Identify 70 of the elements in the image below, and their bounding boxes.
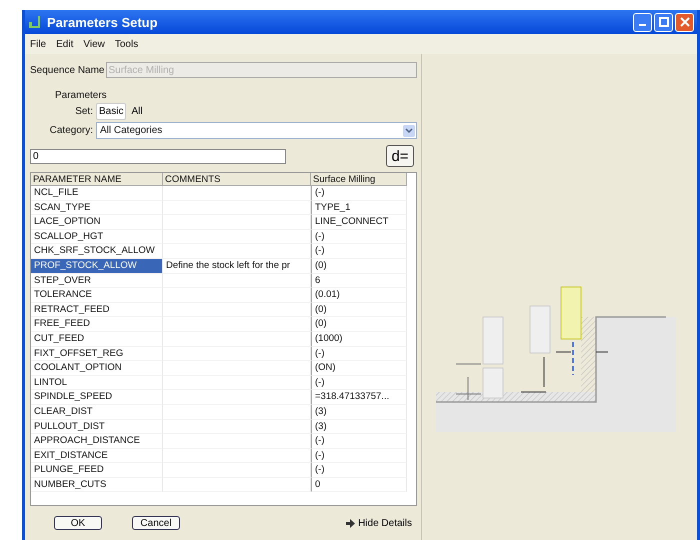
parameter-name-cell[interactable]: NCL_FILE [31, 186, 163, 201]
parameter-name-cell[interactable]: PROF_STOCK_ALLOW [31, 258, 163, 274]
parameter-name-cell[interactable]: SCAN_TYPE [31, 200, 163, 216]
filter-field[interactable]: 0 [30, 148, 286, 164]
value-cell: (1000) [311, 332, 407, 347]
parameter-name-cell[interactable]: TOLERANCE [31, 288, 163, 303]
parameter-name-cell[interactable]: PLUNGE_FEED [31, 463, 163, 478]
value-cell: TYPE_1 [311, 200, 407, 216]
value-cell: (-) [311, 244, 407, 259]
parameter-name-cell[interactable]: EXIT_DISTANCE [31, 448, 163, 464]
value-cell: (0.01) [311, 288, 407, 303]
value-cell: (0) [311, 317, 407, 332]
value-cell: (-) [311, 346, 407, 362]
value-cell: (ON) [311, 361, 407, 376]
value-cell: 0 [311, 478, 407, 492]
category-dropdown[interactable]: All Categories [96, 122, 417, 139]
value-cell: (-) [311, 230, 407, 244]
parameter-name-cell[interactable]: SPINDLE_SPEED [31, 390, 163, 405]
column-header[interactable]: Surface Milling [311, 173, 407, 186]
close-button[interactable] [675, 12, 694, 32]
parameter-name-cell[interactable]: CLEAR_DIST [31, 404, 163, 420]
app-icon [28, 15, 42, 29]
minimize-icon [639, 24, 646, 26]
comment-cell: Define the stock left for the pr [163, 258, 311, 274]
parameter-name-cell[interactable]: FREE_FEED [31, 317, 163, 332]
column-header[interactable]: COMMENTS [163, 173, 311, 186]
value-cell: 6 [311, 274, 407, 288]
menu-item[interactable]: Edit [56, 38, 74, 50]
value-cell: (3) [311, 420, 407, 434]
value-cell: (0) [311, 258, 407, 274]
value-cell: (-) [311, 448, 407, 464]
parameter-name-cell[interactable]: LACE_OPTION [31, 215, 163, 230]
value-cell: (0) [311, 302, 407, 318]
maximize-button[interactable] [654, 12, 673, 32]
value-cell: (-) [311, 463, 407, 478]
parameters-label: Parameters [55, 90, 108, 101]
maximize-icon [658, 17, 668, 27]
menu-item[interactable]: View [83, 38, 105, 50]
minimize-button[interactable] [633, 12, 652, 32]
hide-details-button[interactable]: Hide Details [346, 518, 412, 528]
value-cell: (3) [311, 404, 407, 420]
value-cell: (-) [311, 434, 407, 449]
set-label: Set: [74, 106, 93, 117]
parameter-name-cell[interactable]: APPROACH_DISTANCE [31, 434, 163, 449]
parameter-name-cell[interactable]: SCALLOP_HGT [31, 230, 163, 244]
dialog-button[interactable]: OK [54, 516, 102, 530]
formula-button[interactable]: d= [386, 145, 414, 167]
value-cell: =318.47133757... [311, 390, 407, 405]
value-cell: (-) [311, 376, 407, 390]
set-option[interactable]: Basic [96, 103, 126, 120]
menu-item[interactable]: File [30, 38, 46, 50]
arrow-icon [346, 518, 356, 528]
parameter-name-cell[interactable]: LINTOL [31, 376, 163, 390]
value-cell: (-) [311, 186, 407, 201]
parameter-name-cell[interactable]: PULLOUT_DIST [31, 420, 163, 434]
column-header[interactable]: PARAMETER NAME [31, 173, 163, 186]
parameter-name-cell[interactable]: FIXT_OFFSET_REG [31, 346, 163, 362]
sequence-name-label: Sequence Name [30, 64, 104, 76]
category-label: Category: [48, 125, 93, 136]
dialog-button[interactable]: Cancel [132, 516, 180, 530]
value-cell: LINE_CONNECT [311, 215, 407, 230]
parameter-name-cell[interactable]: CUT_FEED [31, 332, 163, 347]
parameter-name-cell[interactable]: NUMBER_CUTS [31, 478, 163, 492]
close-icon [680, 17, 690, 27]
menu-item[interactable]: Tools [114, 38, 138, 50]
set-option[interactable]: All [129, 104, 145, 119]
window-title: Parameters Setup [47, 14, 158, 30]
parameter-name-cell[interactable]: STEP_OVER [31, 274, 163, 288]
parameter-name-cell[interactable]: COOLANT_OPTION [31, 361, 163, 376]
parameter-name-cell[interactable]: RETRACT_FEED [31, 302, 163, 318]
